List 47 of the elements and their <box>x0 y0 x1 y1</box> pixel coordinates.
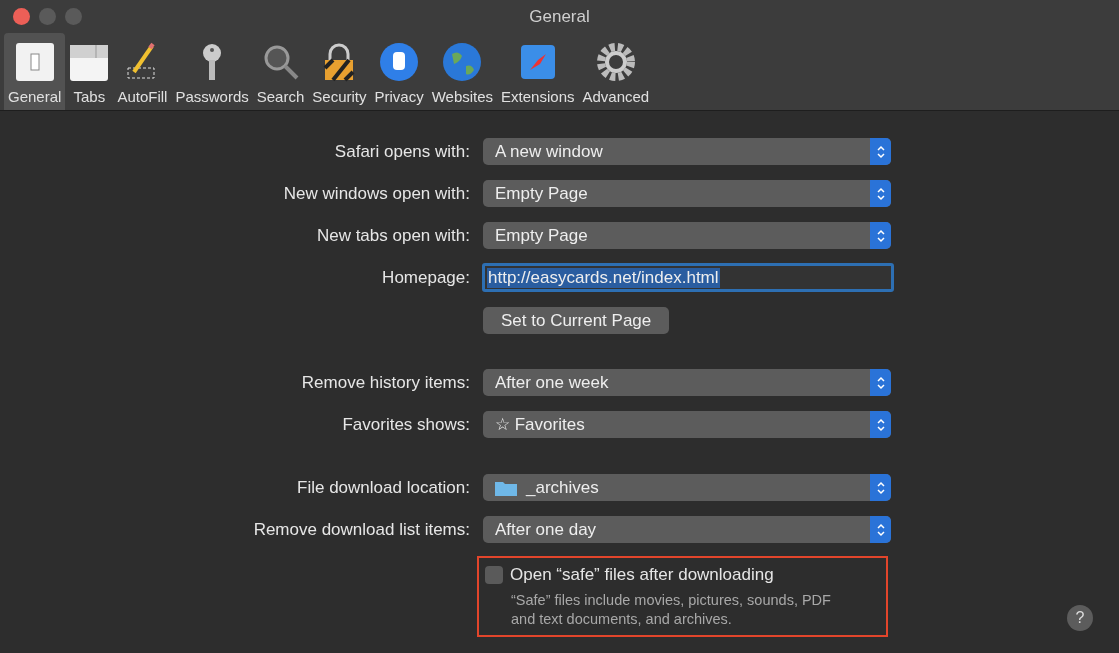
setting-label: Homepage: <box>381 267 470 289</box>
checkbox-label[interactable]: Open “safe” files after downloading <box>510 565 774 585</box>
window-title: General <box>529 6 590 27</box>
stepper-icon <box>870 180 891 207</box>
toolbar-tab[interactable]: Privacy <box>370 33 428 110</box>
homepage-field[interactable]: http://easycards.net/index.html <box>482 263 894 292</box>
help-text: “Safe” files include movies, pictures, sounds, PDF and text documents, and archives. <box>511 591 831 629</box>
toolbar-tab[interactable]: Websites <box>427 33 498 110</box>
setting-label: Safari opens with: <box>333 141 470 163</box>
help-button[interactable]: ? <box>1067 605 1093 631</box>
toolbar-tab[interactable]: Passwords <box>171 33 253 110</box>
stepper-icon <box>870 222 891 249</box>
popup-menu[interactable]: After one week <box>483 369 891 396</box>
setting-label: File download location: <box>296 477 470 499</box>
stepper-icon <box>870 411 891 438</box>
popup-menu[interactable]: ☆ Favorites <box>483 411 891 438</box>
toolbar-tab[interactable]: Search <box>252 33 309 110</box>
zoom-button[interactable] <box>65 8 82 25</box>
toolbar-tab[interactable]: Extensions <box>497 33 579 110</box>
settings-icon <box>595 42 636 82</box>
popup-menu[interactable]: A new window <box>483 138 891 165</box>
popup-menu[interactable]: Empty Page <box>483 222 891 249</box>
switch-icon <box>14 42 55 82</box>
tabs-icon <box>69 42 110 82</box>
setting-label: New tabs open with: <box>315 225 470 247</box>
toolbar-tab[interactable]: AutoFill <box>113 33 172 110</box>
checkbox[interactable] <box>485 566 503 584</box>
setting-label: Remove download list items: <box>252 519 470 541</box>
toolbar-tab[interactable]: Security <box>308 33 371 110</box>
setting-label: Favorites shows: <box>341 414 470 436</box>
globe-icon <box>442 42 483 82</box>
popup-menu[interactable]: After one day <box>483 516 891 543</box>
toolbar-tab[interactable]: Advanced <box>578 33 654 110</box>
set-current-page-button[interactable]: Set to Current Page <box>483 307 670 334</box>
minimize-button[interactable] <box>39 8 56 25</box>
stepper-icon <box>870 516 891 543</box>
stepper-icon <box>870 138 891 165</box>
folder-icon <box>495 479 517 496</box>
toolbar-tab[interactable]: General <box>4 33 66 110</box>
setting-label: New windows open with: <box>282 183 470 205</box>
stepper-icon <box>870 474 891 501</box>
toolbar-tab[interactable]: Tabs <box>65 33 114 110</box>
popup-menu[interactable]: Empty Page <box>483 180 891 207</box>
close-button[interactable] <box>13 8 30 25</box>
setting-label: Remove history items: <box>300 372 470 394</box>
stepper-icon <box>870 369 891 396</box>
popup-menu[interactable]: _archives <box>483 474 891 501</box>
